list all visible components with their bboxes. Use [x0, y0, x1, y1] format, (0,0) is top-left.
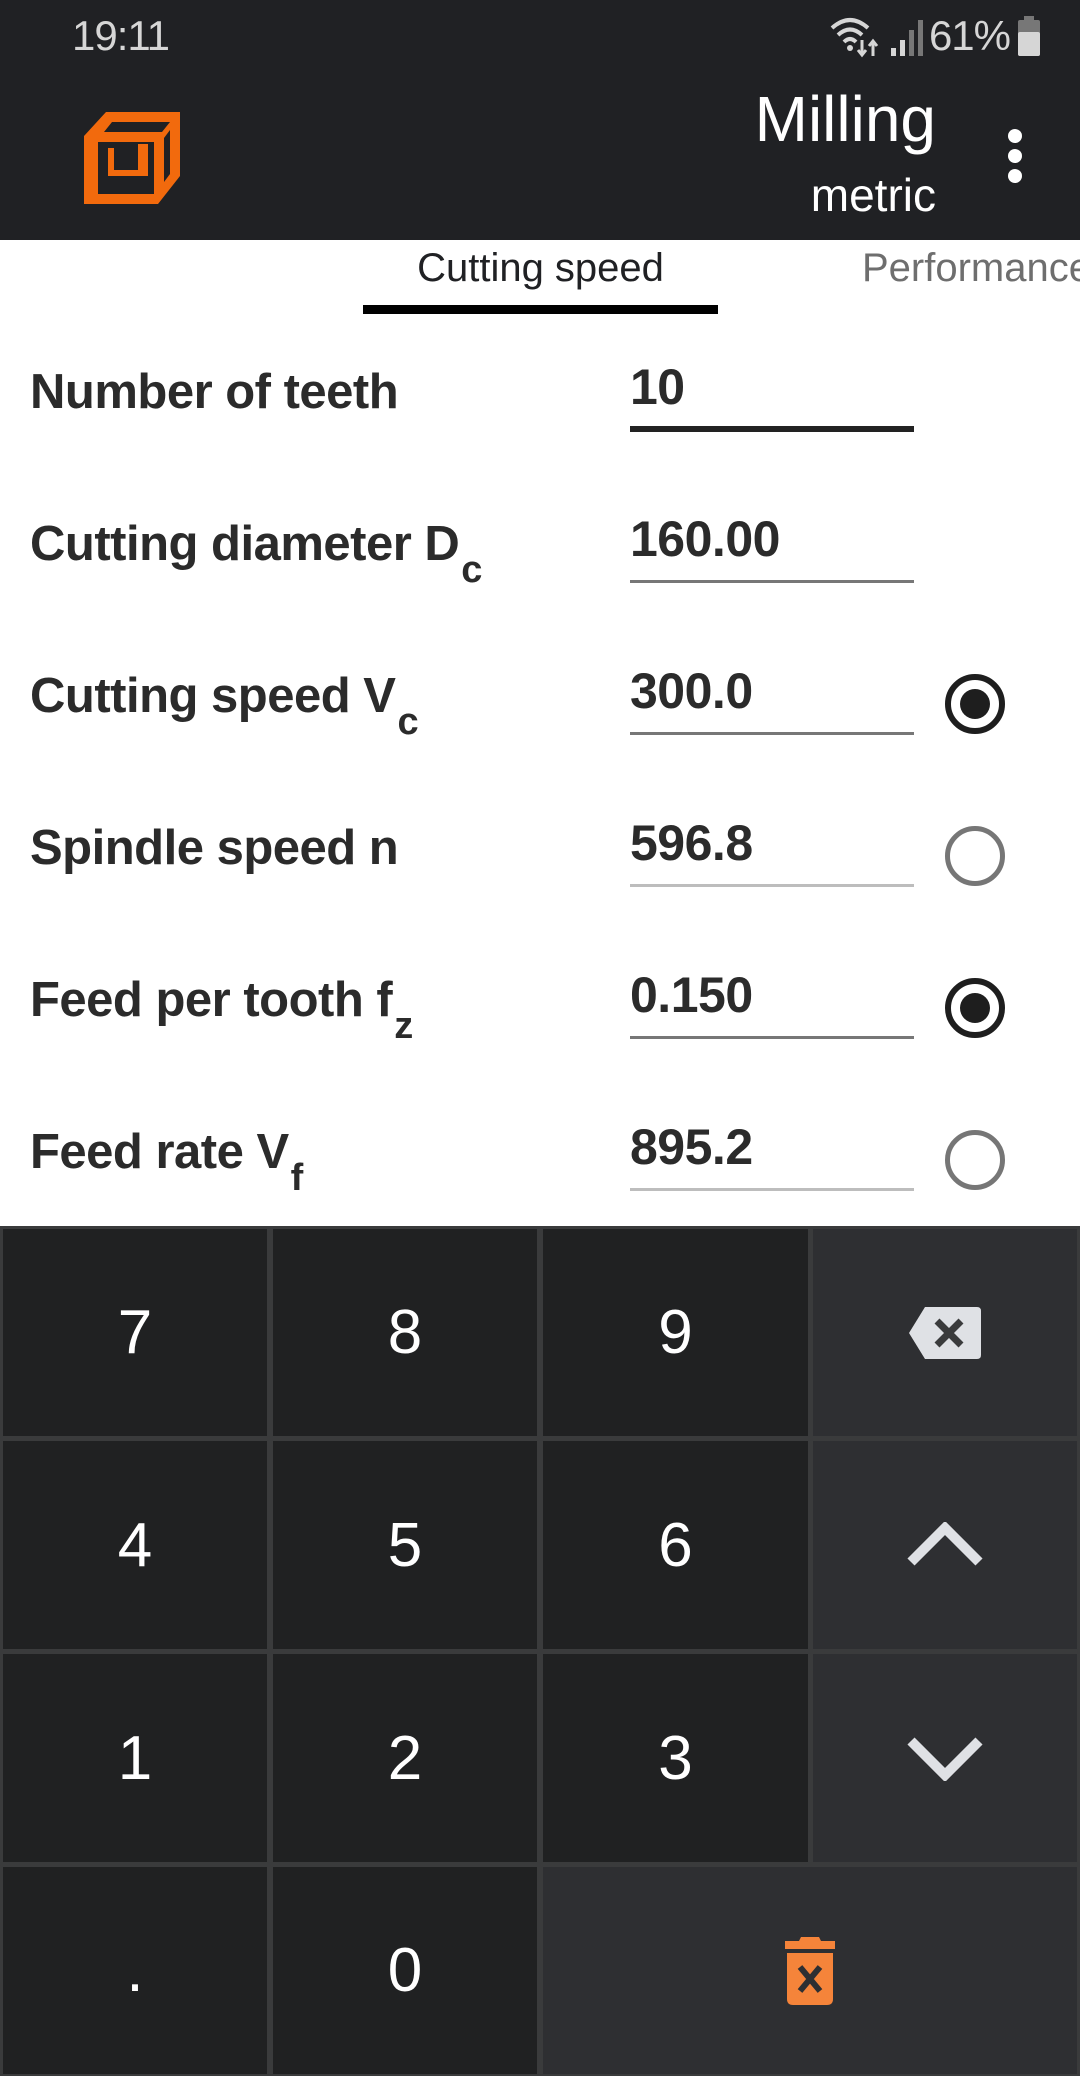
- status-time: 19:11: [72, 12, 170, 59]
- row-spindle-speed: Spindle speed n 596.8: [0, 772, 1080, 924]
- row-number-of-teeth: Number of teeth 10: [0, 316, 1080, 468]
- delete-forever-icon: [785, 1936, 835, 2005]
- battery-percent: 61%: [928, 12, 1011, 59]
- tab-indicator: [363, 305, 718, 314]
- field-underline: [630, 732, 914, 735]
- key-2[interactable]: 2: [273, 1654, 537, 1862]
- key-1[interactable]: 1: [3, 1654, 267, 1862]
- feed-rate-radio[interactable]: [945, 1130, 1005, 1190]
- key-8[interactable]: 8: [273, 1229, 537, 1436]
- status-bar: 19:11 61%: [0, 0, 1080, 72]
- wifi-data-icon: [830, 18, 879, 58]
- key-6[interactable]: 6: [543, 1441, 808, 1649]
- label-text: Feed per tooth f: [30, 973, 393, 1027]
- app-bar: Milling metric: [0, 72, 1080, 240]
- field-underline: [630, 1188, 914, 1191]
- spindle-speed-radio[interactable]: [945, 826, 1005, 886]
- menu-dot: [1008, 169, 1022, 183]
- feed-rate-input[interactable]: 895.2: [630, 1116, 914, 1191]
- tab-label: Performance: [862, 246, 1080, 290]
- cutting-speed-form: Number of teeth 10 Cutting diameter Dc 1…: [0, 316, 1080, 1226]
- label-subscript: z: [394, 1005, 413, 1047]
- next-field-button[interactable]: [813, 1654, 1077, 1862]
- label-text: Feed rate V: [30, 1125, 289, 1179]
- field-label: Cutting diameter Dc: [30, 516, 482, 589]
- tab-cutting-speed[interactable]: Cutting speed: [363, 240, 718, 316]
- field-value: 10: [630, 359, 685, 415]
- key-5[interactable]: 5: [273, 1441, 537, 1649]
- row-feed-rate: Feed rate Vf 895.2: [0, 1076, 1080, 1228]
- row-cutting-speed: Cutting speed Vc 300.0: [0, 620, 1080, 772]
- field-value: 300.0: [630, 663, 753, 719]
- wireframe-cube-logo-icon: [84, 112, 180, 204]
- key-9[interactable]: 9: [543, 1229, 808, 1436]
- battery-icon: [1018, 16, 1040, 56]
- menu-dot: [1008, 149, 1022, 163]
- clear-all-button[interactable]: [543, 1867, 1077, 2074]
- status-icons: 61%: [829, 12, 1042, 60]
- backspace-button[interactable]: [813, 1229, 1077, 1436]
- previous-field-button[interactable]: [813, 1441, 1077, 1649]
- menu-dot: [1008, 129, 1022, 143]
- label-subscript: f: [290, 1157, 304, 1199]
- row-feed-per-tooth: Feed per tooth fz 0.150: [0, 924, 1080, 1076]
- field-value: 895.2: [630, 1119, 753, 1175]
- field-underline: [630, 580, 914, 583]
- app-subtitle: metric: [810, 169, 936, 221]
- label-text: Spindle speed n: [30, 821, 399, 875]
- key-7[interactable]: 7: [3, 1229, 267, 1436]
- label-text: Cutting diameter D: [30, 517, 460, 571]
- field-underline: [630, 426, 914, 432]
- app-title: Milling: [754, 83, 936, 155]
- key-0[interactable]: 0: [273, 1867, 537, 2074]
- backspace-icon: [909, 1306, 981, 1359]
- key-3[interactable]: 3: [543, 1654, 808, 1862]
- label-text: Number of teeth: [30, 365, 399, 419]
- field-value: 0.150: [630, 967, 753, 1023]
- field-label: Feed rate Vf: [30, 1124, 303, 1197]
- key-decimal[interactable]: .: [3, 1867, 267, 2074]
- label-subscript: c: [397, 701, 419, 743]
- tab-label: Cutting speed: [417, 246, 664, 290]
- field-underline: [630, 1036, 914, 1039]
- field-label: Number of teeth: [30, 364, 399, 420]
- chevron-down-icon: [907, 1737, 983, 1781]
- cutting-speed-radio[interactable]: [945, 674, 1005, 734]
- field-label: Spindle speed n: [30, 820, 399, 876]
- feed-per-tooth-radio[interactable]: [945, 978, 1005, 1038]
- feed-per-tooth-input[interactable]: 0.150: [630, 964, 914, 1039]
- field-value: 160.00: [630, 511, 780, 567]
- label-text: Cutting speed V: [30, 669, 396, 723]
- field-label: Cutting speed Vc: [30, 668, 419, 741]
- number-of-teeth-input[interactable]: 10: [630, 356, 914, 432]
- field-value: 596.8: [630, 815, 753, 871]
- field-label: Feed per tooth fz: [30, 972, 413, 1045]
- label-subscript: c: [461, 549, 482, 591]
- tab-performance[interactable]: Performance: [862, 240, 1080, 316]
- cutting-speed-input[interactable]: 300.0: [630, 660, 914, 735]
- signal-icon: [890, 20, 923, 56]
- numeric-keypad: 7 8 9 4 5 6 1 2 3 . 0: [0, 1226, 1080, 2076]
- tab-bar: Cutting speed Performance: [0, 240, 1080, 316]
- chevron-up-icon: [907, 1522, 983, 1566]
- field-underline: [630, 884, 914, 887]
- spindle-speed-input[interactable]: 596.8: [630, 812, 914, 887]
- more-vert-icon[interactable]: [990, 116, 1040, 196]
- cutting-diameter-input[interactable]: 160.00: [630, 508, 914, 583]
- row-cutting-diameter: Cutting diameter Dc 160.00: [0, 468, 1080, 620]
- key-4[interactable]: 4: [3, 1441, 267, 1649]
